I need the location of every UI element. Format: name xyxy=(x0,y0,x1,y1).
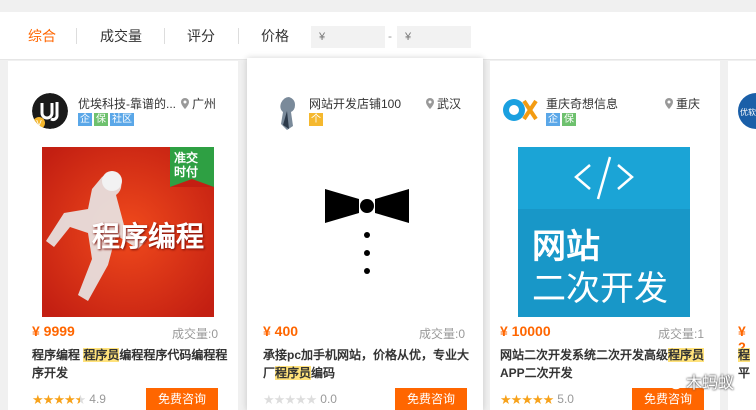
product-thumbnail[interactable]: 准交 时付 程序编程 xyxy=(42,147,214,317)
star-icon: ★ xyxy=(294,392,307,407)
title-text: 网站二次开发系统二次开发高级 xyxy=(500,348,669,362)
service-card[interactable]: 网站开发店铺100 武汉 个 ¥ 400 成交量:0 承接pc加手机网站，价格从… xyxy=(247,58,483,410)
service-card[interactable]: 重庆奇想信息 重庆 企保 网站 二次开发 ¥ 10000 成交量:1 网站二次开… xyxy=(490,61,720,410)
half-star-icon: ★ xyxy=(74,392,87,407)
shop-location: 重庆 xyxy=(664,95,700,112)
star-icon: ★ xyxy=(510,392,523,407)
avatar-text: 优软 xyxy=(740,108,756,117)
star-icon: ★ xyxy=(42,392,55,407)
location-pin-icon xyxy=(180,98,189,109)
tag-payment: 时付 xyxy=(174,165,199,179)
shop-name[interactable]: 网站开发店铺100 xyxy=(309,95,401,112)
community-badge: 社区 xyxy=(110,113,134,126)
thumbnail-headline: 程序编程 xyxy=(92,221,205,252)
star-icon: ★ xyxy=(53,392,65,407)
shop-header: 网站开发店铺100 武汉 个 xyxy=(247,93,483,133)
title-text: 平 xyxy=(738,366,751,380)
product-thumbnail[interactable] xyxy=(283,147,455,317)
product-title[interactable]: 承接pc加手机网站，价格从优，专业大厂程序员编码 xyxy=(263,346,469,382)
product-title[interactable]: 程序编程 程序员编程程序代码编程程序开发 xyxy=(32,346,238,382)
product-title[interactable]: 程平 xyxy=(738,346,756,382)
location-text: 重庆 xyxy=(675,97,700,111)
star-icon: ★ xyxy=(500,392,512,407)
title-highlight: 程序员 xyxy=(83,348,120,362)
shop-avatar[interactable] xyxy=(500,95,538,125)
shop-badges: 企保社区 xyxy=(78,113,136,127)
shop-badges: 企保 xyxy=(546,113,578,127)
shop-header: V 优埃科技-靠谱的... 广州 企保社区 xyxy=(8,93,238,133)
title-text: 编码 xyxy=(311,366,336,380)
shop-name[interactable]: 重庆奇想信息 xyxy=(546,95,618,112)
title-text: 程序编程 xyxy=(32,348,84,362)
rating-stars: ★★★★★ 0.0 xyxy=(263,392,337,407)
watermark: 木蚂蚁 xyxy=(661,369,734,392)
watermark-text: 木蚂蚁 xyxy=(685,375,734,392)
shop-badges: 个 xyxy=(309,113,325,127)
product-thumbnail[interactable]: 网站 二次开发 xyxy=(518,147,690,317)
sales-volume: 成交量:0 xyxy=(171,327,218,341)
location-pin-icon xyxy=(664,98,673,109)
product-price: ¥ 400 xyxy=(263,323,299,339)
sort-comprehensive[interactable]: 综合 xyxy=(28,12,56,60)
shop-location: 武汉 xyxy=(425,95,461,112)
sort-divider xyxy=(76,28,77,44)
price-range-separator: - xyxy=(388,29,392,43)
title-highlight: 程序员 xyxy=(275,366,312,380)
sort-divider xyxy=(164,28,165,44)
location-text: 广州 xyxy=(191,97,216,111)
star-icon: ★ xyxy=(521,392,533,407)
shop-avatar[interactable]: 优软 xyxy=(738,93,756,129)
service-card[interactable]: V 优埃科技-靠谱的... 广州 企保社区 准交 时付 程序编程 ¥ 9999 … xyxy=(8,61,238,410)
price-min-input[interactable] xyxy=(311,26,385,48)
enterprise-badge: 企 xyxy=(546,113,560,126)
rating-score: 0.0 xyxy=(320,392,337,406)
thumbnail-headline: 网站 xyxy=(532,228,600,266)
rating-score: 5.0 xyxy=(557,392,574,406)
product-price: ¥ 10000 xyxy=(500,323,551,339)
individual-badge: 个 xyxy=(309,113,323,126)
sort-rating[interactable]: 评分 xyxy=(187,12,215,60)
sort-price[interactable]: 价格 xyxy=(261,12,289,60)
free-consult-button[interactable]: 免费咨询 xyxy=(146,388,218,410)
free-consult-button[interactable]: 免费咨询 xyxy=(395,388,467,410)
shop-avatar[interactable] xyxy=(275,93,301,133)
title-text: 程 xyxy=(738,348,751,362)
shop-name[interactable]: 优埃科技-靠谱的... xyxy=(78,95,176,112)
sort-sales-volume[interactable]: 成交量 xyxy=(100,12,142,60)
shop-location: 广州 xyxy=(180,95,216,112)
sales-volume: 成交量:1 xyxy=(657,327,704,341)
title-text: APP二次开发 xyxy=(500,366,573,380)
sort-bar: 综合 成交量 评分 价格 - xyxy=(0,12,756,60)
enterprise-badge: 企 xyxy=(78,113,92,126)
star-icon: ★ xyxy=(273,392,286,407)
sales-volume: 成交量:0 xyxy=(418,327,465,341)
star-icon: ★ xyxy=(531,392,544,407)
star-icon: ★ xyxy=(305,392,318,407)
thumbnail-subheadline: 二次开发 xyxy=(532,270,668,308)
guarantee-badge: 保 xyxy=(562,113,576,126)
location-text: 武汉 xyxy=(436,97,461,111)
rating-stars: ★★★★★ 4.9 xyxy=(32,392,106,407)
sort-divider xyxy=(238,28,239,44)
star-icon: ★ xyxy=(32,392,44,407)
wechat-icon xyxy=(661,374,683,390)
star-icon: ★ xyxy=(63,392,76,407)
location-pin-icon xyxy=(425,98,434,109)
svg-text:V: V xyxy=(36,119,42,128)
price-max-input[interactable] xyxy=(397,26,471,48)
tag-on-time: 准交 xyxy=(174,151,199,165)
shop-avatar[interactable]: V xyxy=(32,93,68,129)
product-price: ¥ 9999 xyxy=(32,323,75,339)
star-icon: ★ xyxy=(542,392,555,407)
shop-header: 重庆奇想信息 重庆 企保 xyxy=(490,93,720,133)
rating-score: 4.9 xyxy=(89,392,106,406)
star-icon: ★ xyxy=(284,392,296,407)
guarantee-badge: 保 xyxy=(94,113,108,126)
star-icon: ★ xyxy=(263,392,275,407)
rating-stars: ★★★★★ 5.0 xyxy=(500,392,574,407)
service-card[interactable]: 优软 ¥ 2 程平 xyxy=(728,61,756,410)
title-highlight: 程序员 xyxy=(668,348,705,362)
